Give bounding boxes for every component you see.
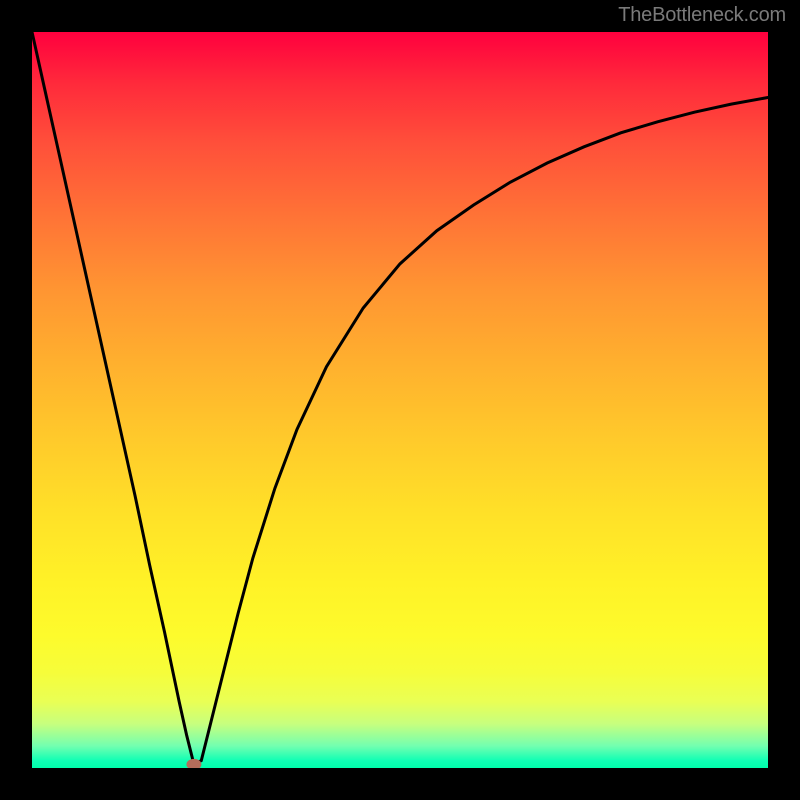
plot-area [32, 32, 768, 768]
watermark-text: TheBottleneck.com [618, 4, 786, 27]
chart-frame: TheBottleneck.com [0, 0, 800, 800]
bottleneck-curve [32, 32, 768, 764]
curve-vertex-marker [187, 759, 201, 768]
curve-layer [32, 32, 768, 768]
